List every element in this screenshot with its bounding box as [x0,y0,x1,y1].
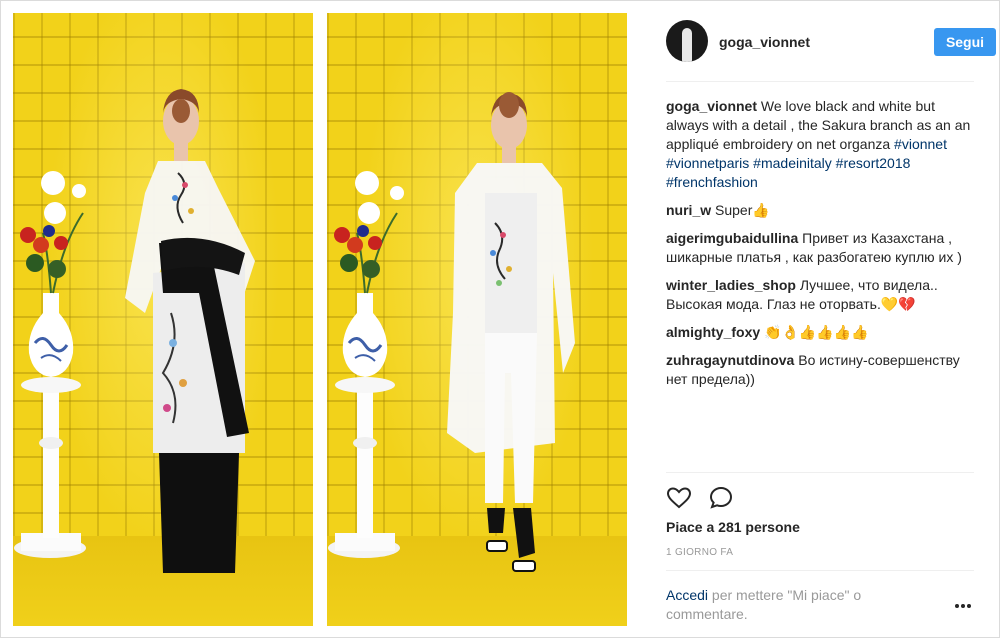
login-link[interactable]: Accedi [666,587,708,603]
comments-list: goga_vionnet We love black and white but… [666,97,976,398]
avatar[interactable] [666,20,708,62]
login-prompt: Accedi per mettere "Mi piace" o commenta… [666,586,926,624]
more-options-icon[interactable] [953,601,973,611]
hashtag-link[interactable]: #madeinitaly [753,155,832,171]
header-username[interactable]: goga_vionnet [719,34,810,50]
post-timestamp[interactable]: 1 GIORNO FA [666,547,733,558]
post-media[interactable] [1,1,641,637]
divider [666,472,974,473]
comment-item: almighty_foxy 👏👌👍👍👍👍 [666,323,976,342]
photo-left-illustration [14,89,255,573]
hashtag-link[interactable]: #frenchfashion [666,174,758,190]
comment-bubble-icon[interactable] [708,485,734,511]
comment-username[interactable]: nuri_w [666,202,711,218]
hashtag-link[interactable]: #vionnetparis [666,155,749,171]
comment-username[interactable]: aigerimgubaidullina [666,230,798,246]
comment-text: 👏👌👍👍👍👍 [764,324,869,340]
avatar-figure [682,28,692,62]
comment-username[interactable]: winter_ladies_shop [666,277,796,293]
post-header: goga_vionnet Segui [666,1,996,82]
photo-left [13,13,313,626]
follow-button[interactable]: Segui [934,28,996,56]
heart-icon[interactable] [666,485,692,511]
comment-item: aigerimgubaidullina Привет из Казахстана… [666,229,976,267]
caption: goga_vionnet We love black and white but… [666,97,976,192]
comment-username[interactable]: zuhragaynutdinova [666,352,794,368]
hashtag-link[interactable]: #vionnet [894,136,947,152]
comment-item: winter_ladies_shop Лучшее, что видела.. … [666,276,976,314]
caption-username[interactable]: goga_vionnet [666,98,757,114]
comment-item: zuhragaynutdinova Во истину-совершенству… [666,351,976,389]
divider [666,570,974,571]
photo-right-illustration [328,92,575,572]
comment-item: nuri_w Super👍 [666,201,976,220]
hashtag-link[interactable]: #resort2018 [836,155,911,171]
comment-username[interactable]: almighty_foxy [666,324,760,340]
photo-right [327,13,627,626]
post-sidebar: goga_vionnet Segui goga_vionnet We love … [641,1,999,637]
likes-count[interactable]: Piace a 281 persone [666,519,800,535]
comment-text: Super👍 [715,202,770,218]
